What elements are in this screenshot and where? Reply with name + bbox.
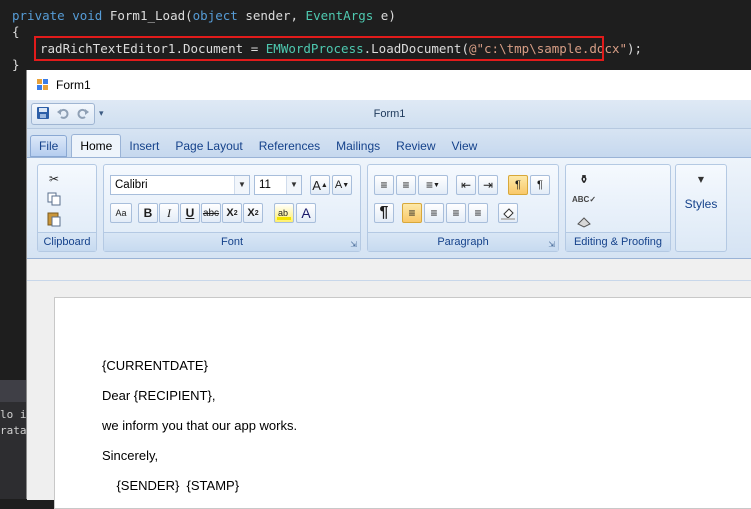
underline-button[interactable]: U [180, 203, 200, 223]
tab-insert[interactable]: Insert [121, 135, 167, 157]
undo-icon[interactable] [56, 105, 70, 124]
font-size-value: 11 [259, 179, 271, 191]
doc-paragraph: we inform you that our app works. [102, 418, 298, 433]
chevron-down-icon: ▼ [286, 176, 301, 194]
shrink-font-button[interactable]: A ▼ [332, 175, 352, 195]
editing-label: Editing & Proofing [566, 232, 670, 251]
customize-qat-icon[interactable]: ▾ [99, 109, 104, 119]
clipboard-label: Clipboard [38, 232, 96, 251]
title-bar[interactable]: Form1 [27, 70, 751, 100]
code-token: private [12, 8, 65, 23]
editing-group: ⚱ ABC✓ Editing & Proofing [565, 164, 671, 252]
code-token: object [192, 8, 238, 23]
italic-button[interactable]: I [159, 203, 179, 223]
shading-icon[interactable] [498, 203, 518, 223]
ribbon-tabs: File Home Insert Page Layout References … [27, 129, 751, 157]
font-dialog-launcher-icon[interactable]: ⇲ [350, 240, 357, 249]
qat-buttons [31, 103, 95, 125]
document-area[interactable]: {CURRENTDATE} Dear {RECIPIENT}, we infor… [27, 280, 751, 509]
ribbon: ✂ Clipboard Calibri ▼ 11 ▼ A ▲ A ▼ Aa B I [27, 157, 751, 259]
align-left-icon[interactable]: ≡ [402, 203, 422, 223]
document-page[interactable]: {CURRENTDATE} Dear {RECIPIENT}, we infor… [54, 297, 751, 509]
paragraph-dialog-launcher-icon[interactable]: ⇲ [548, 240, 555, 249]
styles-group[interactable]: ▼ Styles [675, 164, 727, 252]
doc-paragraph: Sincerely, [102, 448, 159, 463]
justify-icon[interactable]: ≡ [468, 203, 488, 223]
code-token: EventArgs [305, 8, 374, 23]
strikethrough-button[interactable]: abc [201, 203, 221, 223]
paragraph-group: ≡ ≡ ≡ ▼ ⇤ ⇥ ¶ ¶ ¶ ≡ ≡ ≡ ≡ Paragraph ⇲ [367, 164, 559, 252]
decrease-indent-icon[interactable]: ⇤ [456, 175, 476, 195]
doc-paragraph: {SENDER} {STAMP} [102, 478, 240, 493]
highlight-box [34, 36, 604, 61]
code-token: sender, [237, 8, 306, 23]
quick-access-toolbar: ▾ Form1 [27, 100, 751, 129]
cut-icon[interactable]: ✂ [44, 169, 64, 189]
styles-label: Styles [684, 197, 718, 211]
tab-file[interactable]: File [30, 135, 68, 157]
numbering-icon[interactable]: ≡ [396, 175, 416, 195]
tab-references[interactable]: References [251, 135, 328, 157]
window-icon [37, 79, 49, 91]
font-family-select[interactable]: Calibri ▼ [110, 175, 250, 195]
superscript-button[interactable]: X2 [243, 203, 263, 223]
bullets-icon[interactable]: ≡ [374, 175, 394, 195]
output-text-2: rata [0, 424, 27, 437]
code-token: ); [627, 41, 643, 56]
paragraph-label: Paragraph [368, 232, 558, 251]
clipboard-group: ✂ Clipboard [37, 164, 97, 252]
svg-text:ab: ab [278, 208, 288, 218]
change-case-button[interactable]: Aa [110, 203, 132, 223]
chevron-down-icon: ▼ [697, 175, 705, 184]
multilevel-list-icon[interactable]: ≡ ▼ [418, 175, 448, 195]
clear-icon[interactable] [574, 211, 594, 231]
highlight-icon[interactable]: ab [274, 203, 294, 223]
font-label: Font [104, 232, 360, 251]
code-line-4: } [12, 57, 20, 72]
window-title: Form1 [56, 78, 91, 92]
font-group: Calibri ▼ 11 ▼ A ▲ A ▼ Aa B I U abc X2 X2 … [103, 164, 361, 252]
show-formatting-icon[interactable]: ¶ [374, 203, 394, 223]
chevron-down-icon: ▼ [234, 176, 249, 194]
bold-button[interactable]: B [138, 203, 158, 223]
code-line-2: { [12, 24, 20, 39]
ltr-paragraph-icon[interactable]: ¶ [508, 175, 528, 195]
code-line-1: private void Form1_Load(object sender, E… [12, 8, 396, 23]
tab-mailings[interactable]: Mailings [328, 135, 388, 157]
tab-review[interactable]: Review [388, 135, 443, 157]
align-center-icon[interactable]: ≡ [424, 203, 444, 223]
doc-paragraph: {CURRENTDATE} [102, 358, 208, 373]
font-color-icon[interactable]: A [296, 203, 316, 223]
code-editor[interactable]: private void Form1_Load(object sender, E… [0, 0, 751, 80]
font-family-value: Calibri [115, 179, 148, 191]
align-right-icon[interactable]: ≡ [446, 203, 466, 223]
increase-indent-icon[interactable]: ⇥ [478, 175, 498, 195]
copy-icon[interactable] [44, 189, 64, 209]
grow-font-button[interactable]: A ▲ [310, 175, 330, 195]
font-label-text: Font [220, 236, 243, 248]
find-icon[interactable]: ⚱ [574, 169, 594, 189]
form-window: Form1 ▾ Form1 File Home Insert Page Layo… [26, 70, 751, 509]
subscript-button[interactable]: X2 [222, 203, 242, 223]
rtl-paragraph-icon[interactable]: ¶ [530, 175, 550, 195]
ribbon-title: Form1 [373, 108, 406, 120]
redo-icon[interactable] [76, 105, 90, 124]
code-token: Form1_Load( [109, 8, 193, 23]
save-icon[interactable] [36, 105, 50, 124]
panel-strip [0, 380, 26, 402]
code-token: void [72, 8, 103, 23]
paste-icon[interactable] [44, 209, 64, 229]
tab-view[interactable]: View [444, 135, 486, 157]
font-size-select[interactable]: 11 ▼ [254, 175, 302, 195]
doc-paragraph: Dear {RECIPIENT}, [102, 388, 216, 403]
code-token: e) [373, 8, 396, 23]
tab-home[interactable]: Home [71, 134, 122, 157]
spellcheck-icon[interactable]: ABC✓ [572, 189, 596, 209]
tab-page-layout[interactable]: Page Layout [167, 135, 250, 157]
